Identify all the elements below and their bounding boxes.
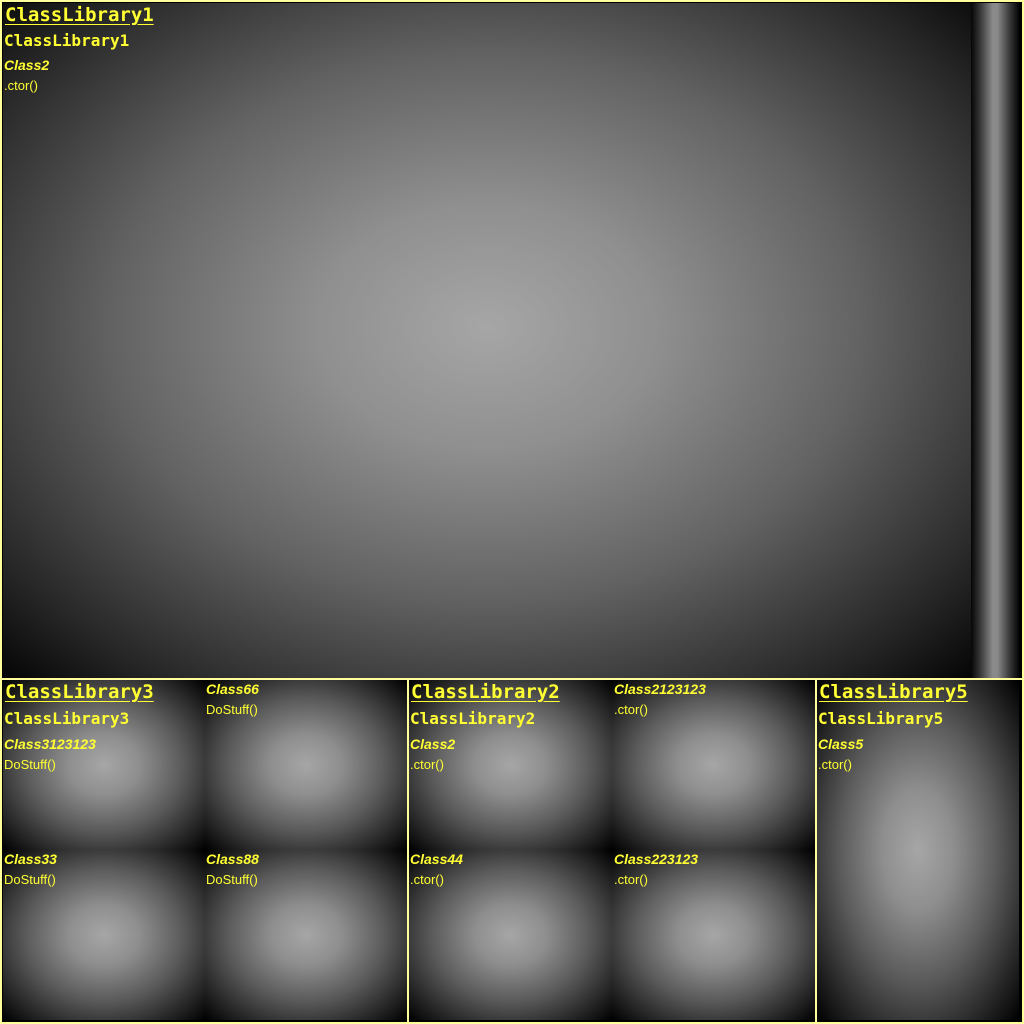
class-cell-edge-strip xyxy=(971,3,1019,678)
library-title[interactable]: ClassLibrary1 xyxy=(5,5,154,25)
assembly-name: ClassLibrary2 xyxy=(410,709,536,728)
member-name[interactable]: .ctor() xyxy=(818,757,852,772)
assembly-name: ClassLibrary5 xyxy=(818,709,944,728)
library-title[interactable]: ClassLibrary3 xyxy=(5,682,154,702)
member-name[interactable]: .ctor() xyxy=(410,757,444,772)
member-name[interactable]: .ctor() xyxy=(614,702,648,717)
class-name[interactable]: Class44 xyxy=(410,851,463,867)
member-name[interactable]: DoStuff() xyxy=(4,872,56,887)
class-name[interactable]: Class223123 xyxy=(614,851,698,867)
class-cell-class2[interactable] xyxy=(3,3,971,678)
member-name[interactable]: DoStuff() xyxy=(206,872,258,887)
assembly-name: ClassLibrary1 xyxy=(4,31,130,50)
class-name[interactable]: Class2 xyxy=(4,57,49,73)
library-pane-classlibrary3[interactable]: ClassLibrary3 ClassLibrary3 Class3123123… xyxy=(3,680,407,1020)
class-name[interactable]: Class66 xyxy=(206,681,259,697)
class-name[interactable]: Class2 xyxy=(410,736,455,752)
library-pane-classlibrary5[interactable]: ClassLibrary5 ClassLibrary5 Class5 .ctor… xyxy=(817,680,1019,1020)
library-pane-classlibrary1[interactable]: ClassLibrary1 ClassLibrary1 Class2 .ctor… xyxy=(3,3,1019,678)
library-title[interactable]: ClassLibrary5 xyxy=(819,682,968,702)
member-name[interactable]: .ctor() xyxy=(410,872,444,887)
class-name[interactable]: Class33 xyxy=(4,851,57,867)
class-name[interactable]: Class5 xyxy=(818,736,863,752)
library-title[interactable]: ClassLibrary2 xyxy=(411,682,560,702)
member-name[interactable]: DoStuff() xyxy=(206,702,258,717)
member-name[interactable]: DoStuff() xyxy=(4,757,56,772)
assembly-name: ClassLibrary3 xyxy=(4,709,130,728)
member-name[interactable]: .ctor() xyxy=(614,872,648,887)
library-pane-classlibrary2[interactable]: ClassLibrary2 ClassLibrary2 Class2 .ctor… xyxy=(409,680,815,1020)
class-name[interactable]: Class3123123 xyxy=(4,736,96,752)
member-name[interactable]: .ctor() xyxy=(4,78,38,93)
class-name[interactable]: Class88 xyxy=(206,851,259,867)
class-cell-class5[interactable] xyxy=(817,680,1019,1020)
class-name[interactable]: Class2123123 xyxy=(614,681,706,697)
